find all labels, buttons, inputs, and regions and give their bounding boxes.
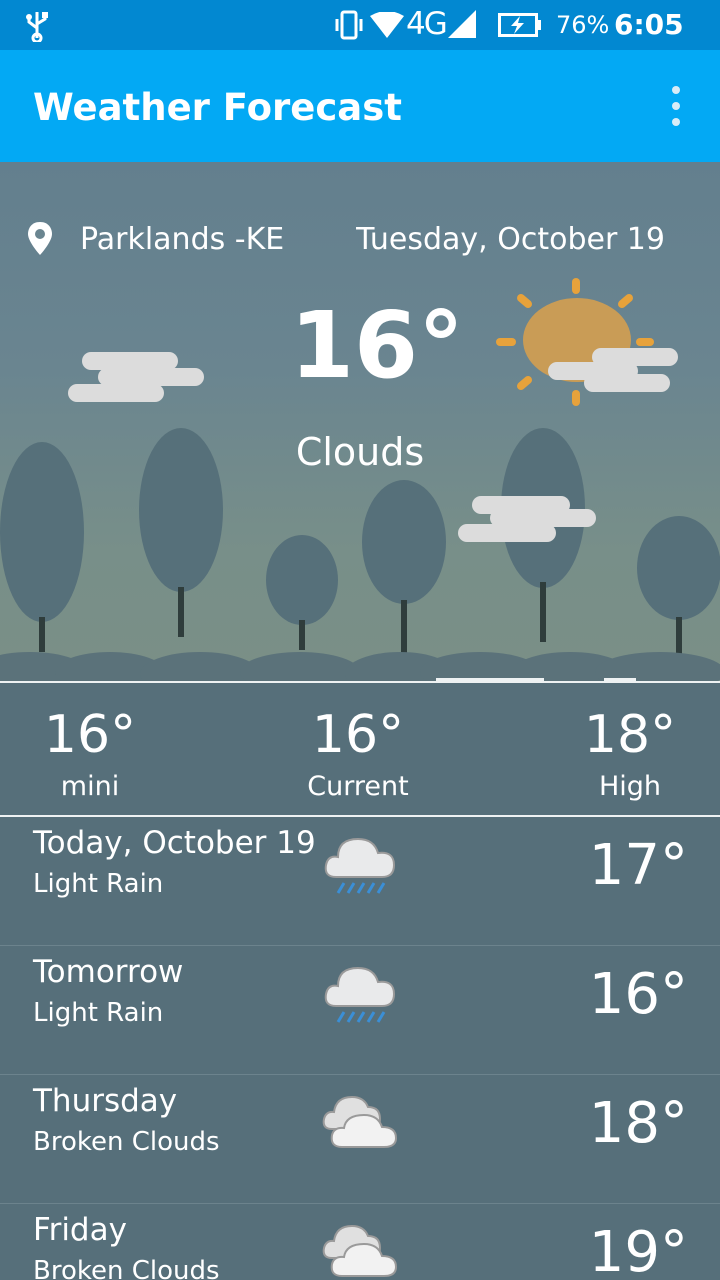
forecast-temp: 16° [588, 962, 688, 1027]
forecast-row[interactable]: Thursday Broken Clouds 18° [0, 1075, 720, 1204]
rain-cloud-icon [322, 827, 402, 903]
stat-high-label: High [598, 771, 662, 802]
current-condition: Clouds [295, 430, 425, 474]
forecast-desc: Broken Clouds [33, 1256, 220, 1280]
wifi-icon [370, 11, 404, 42]
usb-icon [24, 10, 50, 46]
tree-icon [637, 516, 720, 657]
app-bar: Weather Forecast [0, 50, 720, 162]
forecast-day: Friday [33, 1212, 127, 1248]
stat-high-value: 18° [583, 705, 677, 765]
forecast-desc: Light Rain [33, 998, 164, 1028]
stat-high: 18° High [530, 705, 720, 802]
forecast-temp: 17° [588, 833, 688, 898]
stat-mini: 16° mini [0, 705, 190, 802]
tree-icon [266, 535, 338, 650]
stat-mini-value: 16° [43, 705, 137, 765]
menu-dot [672, 86, 680, 94]
forecast-row[interactable]: Today, October 19 Light Rain 17° [0, 817, 720, 946]
forecast-temp: 18° [588, 1091, 688, 1156]
temperature-summary: 16° mini 16° Current 18° High [0, 681, 720, 817]
forecast-row[interactable]: Tomorrow Light Rain 16° [0, 946, 720, 1075]
forecast-temp: 19° [588, 1220, 688, 1280]
signal-icon [448, 10, 478, 44]
network-type: 4G [406, 6, 448, 42]
current-temperature: 16° [290, 292, 465, 399]
cloud-icon [68, 352, 204, 402]
more-vert-icon[interactable] [664, 86, 688, 126]
tree-icon [362, 480, 446, 655]
clock-time: 6:05 [614, 8, 684, 41]
forecast-day: Tomorrow [33, 954, 184, 990]
stat-current-value: 16° [311, 705, 405, 765]
current-weather-hero: Parklands -KE Tuesday, October 19 16° Cl… [0, 162, 720, 682]
location-pin-icon [26, 222, 54, 260]
battery-charging-icon [498, 13, 542, 41]
stat-mini-label: mini [60, 771, 120, 802]
status-bar: 4G 76% 6:05 AM [0, 0, 720, 72]
stat-current-label: Current [307, 771, 409, 802]
forecast-desc: Broken Clouds [33, 1127, 220, 1157]
battery-percent: 76% [556, 11, 610, 39]
menu-dot [672, 118, 680, 126]
forecast-desc: Light Rain [33, 869, 164, 899]
forecast-day: Thursday [33, 1083, 178, 1119]
forecast-day: Today, October 19 [33, 825, 316, 861]
app-title: Weather Forecast [33, 86, 402, 129]
stat-current: 16° Current [258, 705, 458, 802]
rain-cloud-icon [322, 956, 402, 1032]
current-date: Tuesday, October 19 [356, 222, 665, 257]
forecast-row[interactable]: Friday Broken Clouds 19° [0, 1204, 720, 1280]
menu-dot [672, 102, 680, 110]
forecast-list: Today, October 19 Light Rain 17° Tomorro… [0, 817, 720, 1280]
broken-clouds-icon [322, 1214, 402, 1280]
broken-clouds-icon [322, 1085, 402, 1161]
vibrate-icon [334, 10, 364, 44]
location-name: Parklands -KE [80, 222, 285, 257]
